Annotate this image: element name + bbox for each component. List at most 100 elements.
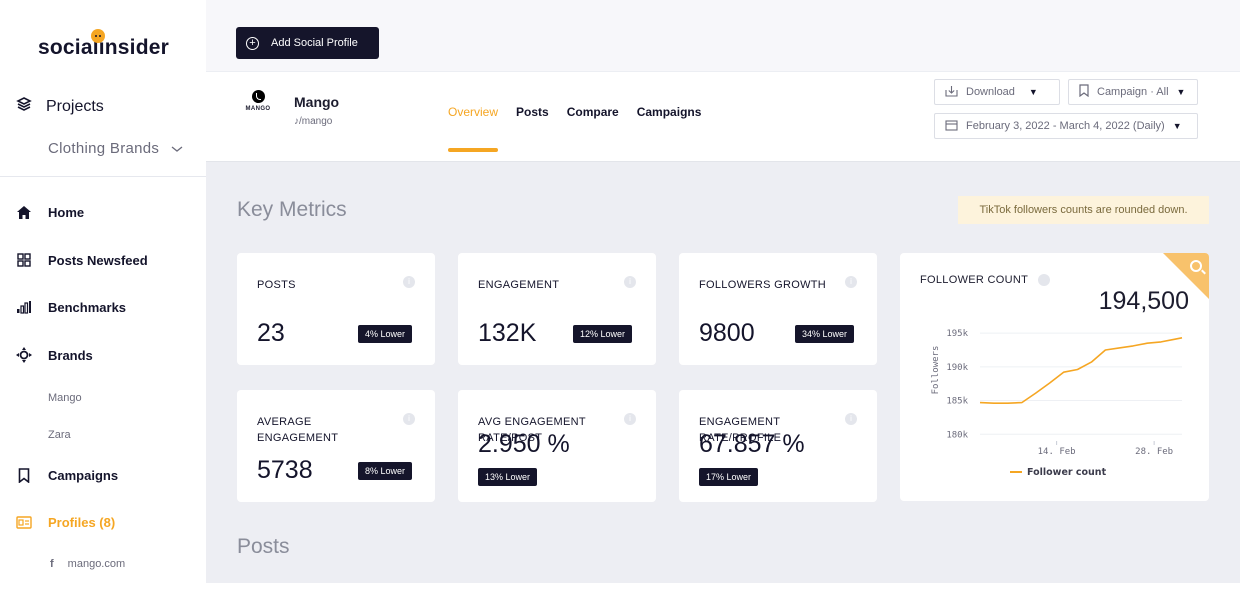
info-icon[interactable]: i [624, 276, 636, 288]
profile-handle: /mango [299, 116, 333, 127]
tab-campaigns[interactable]: Campaigns [637, 105, 702, 119]
campaign-filter-label: Campaign · All [1097, 86, 1169, 98]
main-content: Key Metrics TikTok followers counts are … [206, 162, 1240, 583]
metric-value: 23 [257, 319, 285, 347]
brand-logo-text: MANGO [245, 106, 271, 112]
plus-circle-icon: + [246, 36, 259, 50]
sidebar-subitem-mango[interactable]: Mango [48, 392, 82, 404]
profile-header: MANGO Mango ♪/mango Overview Posts Compa… [206, 72, 1240, 162]
follower-count-card[interactable]: FOLLOWER COUNT 194,500 180k 185k 190k 195k F… [900, 253, 1209, 501]
comparison-badge: 13% Lower [478, 468, 538, 486]
sidebar-item-brands[interactable]: Brands [16, 347, 93, 363]
sidebar-subitem-zara[interactable]: Zara [48, 429, 71, 441]
metric-label: POSTS [257, 279, 296, 291]
bookmark-icon [16, 467, 32, 483]
metric-card-followers-growth[interactable]: FOLLOWERS GROWTH i 9800 34% Lower [679, 253, 877, 365]
metric-value: 2.950 % [478, 430, 570, 458]
download-label: Download [966, 86, 1015, 98]
x-tick-label: 14. Feb [1038, 447, 1076, 457]
metric-card-avg-engagement-rate-post[interactable]: AVG ENGAGEMENT RATE/POST i 2.950 % 13% L… [458, 390, 656, 502]
sidebar-profile-mango-com[interactable]: f mango.com [50, 558, 125, 570]
y-axis-title: Followers [931, 346, 941, 395]
metric-value: 5738 [257, 456, 313, 484]
profile-name: Mango [294, 94, 340, 110]
caret-down-icon: ▼ [1172, 121, 1182, 131]
caret-down-icon: ▼ [1176, 87, 1186, 97]
metric-card-engagement[interactable]: ENGAGEMENT i 132K 12% Lower [458, 253, 656, 365]
layers-icon [16, 96, 32, 117]
metric-value: 67.857 % [699, 430, 805, 458]
comparison-badge: 8% Lower [358, 462, 413, 480]
active-tab-indicator [448, 148, 498, 152]
info-icon[interactable]: i [624, 413, 636, 425]
bottom-strip [206, 583, 1240, 600]
sidebar-item-home[interactable]: Home [16, 204, 84, 220]
grid-icon [16, 252, 32, 268]
comparison-badge: 4% Lower [358, 325, 413, 343]
bar-chart-icon [16, 299, 32, 315]
metric-label: ENGAGEMENT [478, 279, 560, 291]
download-icon [945, 85, 958, 100]
bookmark-icon [1079, 84, 1089, 100]
calendar-icon [945, 119, 958, 134]
sidebar-item-label: Benchmarks [48, 299, 127, 315]
chevron-down-icon [171, 140, 183, 157]
info-icon[interactable]: i [403, 413, 415, 425]
logo-dot-icon [91, 29, 105, 43]
sidebar-item-label: Profiles (8) [48, 514, 116, 530]
app-window: socialinsider Projects Clothing Brands H… [0, 0, 1240, 600]
profile-handle-row: ♪/mango [294, 116, 332, 127]
top-bar: + Add Social Profile [206, 0, 1240, 72]
sidebar-divider [0, 176, 206, 177]
tiktok-rounding-note: TikTok followers counts are rounded down… [958, 196, 1209, 224]
comparison-badge: 34% Lower [795, 325, 855, 343]
info-icon[interactable]: i [845, 413, 857, 425]
tab-compare[interactable]: Compare [567, 105, 619, 119]
metric-label: FOLLOWERS GROWTH [699, 279, 827, 291]
download-dropdown[interactable]: Download ▼ [934, 79, 1060, 105]
metric-card-posts[interactable]: POSTS i 23 4% Lower [237, 253, 435, 365]
y-tick-label: 190k [946, 363, 968, 373]
sidebar-item-profiles[interactable]: Profiles (8) [16, 514, 115, 530]
follower-count-chart: 180k 185k 190k 195k Followers 14. Feb 28. Feb F… [931, 329, 1183, 478]
sidebar-item-posts-newsfeed[interactable]: Posts Newsfeed [16, 252, 148, 268]
y-tick-label: 195k [946, 329, 968, 339]
metric-label: AVERAGE ENGAGEMENT [257, 416, 339, 444]
metric-value: 132K [478, 319, 537, 347]
comparison-badge: 12% Lower [573, 325, 633, 343]
date-range-label: February 3, 2022 - March 4, 2022 (Daily) [966, 120, 1165, 132]
profile-card-icon [16, 514, 32, 530]
campaign-filter-dropdown[interactable]: Campaign · All ▼ [1068, 79, 1198, 105]
profile-site-label: mango.com [67, 558, 126, 570]
posts-section-title: Posts [237, 535, 290, 558]
sidebar-item-campaigns[interactable]: Campaigns [16, 467, 118, 483]
metric-value: 9800 [699, 319, 755, 347]
caret-down-icon: ▼ [1028, 87, 1038, 97]
home-icon [16, 204, 32, 220]
tiktok-icon [251, 90, 265, 103]
tab-posts[interactable]: Posts [516, 105, 549, 119]
facebook-icon: f [50, 558, 54, 570]
sidebar-item-label: Posts Newsfeed [48, 252, 148, 268]
project-selector[interactable]: Clothing Brands [48, 140, 183, 157]
projects-header[interactable]: Projects [16, 96, 104, 117]
series-line [979, 337, 1183, 404]
crosshair-icon [16, 347, 32, 363]
comparison-badge: 17% Lower [699, 468, 759, 486]
date-range-picker[interactable]: February 3, 2022 - March 4, 2022 (Daily)… [934, 113, 1198, 139]
sidebar-item-label: Home [48, 204, 85, 220]
tab-overview[interactable]: Overview [448, 105, 498, 119]
metric-card-engagement-rate-profile[interactable]: ENGAGEMENT RATE/PROFILE i 67.857 % 17% L… [679, 390, 877, 502]
info-icon[interactable]: i [403, 276, 415, 288]
sidebar: socialinsider Projects Clothing Brands H… [0, 0, 206, 600]
sidebar-item-label: Brands [48, 347, 93, 363]
metric-card-average-engagement[interactable]: AVERAGE ENGAGEMENT i 5738 8% Lower [237, 390, 435, 502]
x-tick-label: 28. Feb [1135, 447, 1173, 457]
sidebar-item-benchmarks[interactable]: Benchmarks [16, 299, 126, 315]
sidebar-item-label: Campaigns [48, 467, 119, 483]
y-tick-label: 180k [946, 430, 968, 440]
add-social-profile-label: Add Social Profile [271, 37, 358, 49]
info-icon[interactable]: i [845, 276, 857, 288]
projects-label: Projects [46, 97, 104, 115]
add-social-profile-button[interactable]: + Add Social Profile [236, 27, 379, 59]
